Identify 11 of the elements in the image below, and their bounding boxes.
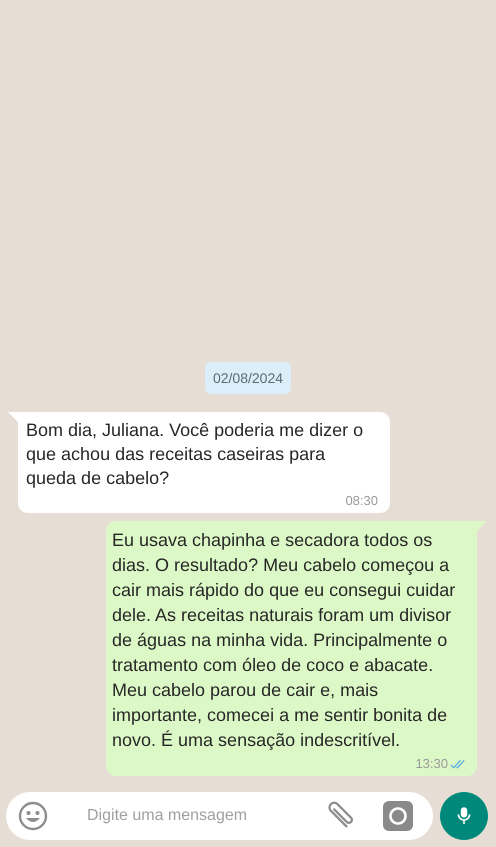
message-text-input[interactable]: Digite uma mensagem <box>85 806 321 826</box>
microphone-icon <box>456 806 472 826</box>
date-chip: 02/08/2024 <box>204 362 292 394</box>
message-text: Bom dia, Juliana. Você poderia me dizer o que achou das receitas caseiras para queda de cabelo? <box>26 419 364 490</box>
message-input[interactable]: Digite uma mensagem <box>6 792 433 840</box>
message-text: Eu usava chapinha e secadora todos os dias. O resultado? Meu cabelo começou a cair mais rápido do que eu consegui cuidar dele. As receitas naturais foram um divisor de águas na minha vida. Principalmente o tratamento com óleo de coco e abacate. Meu cabelo parou de cair e, mais importante, comecei a me sentir bonita de novo. É uma sensação indescritível. <box>112 529 456 752</box>
emoji-icon[interactable] <box>17 800 49 832</box>
microphone-button[interactable] <box>440 792 488 840</box>
camera-icon[interactable] <box>383 801 413 831</box>
message-time: 13:30 <box>415 756 448 772</box>
message-time: 08:30 <box>345 493 378 509</box>
